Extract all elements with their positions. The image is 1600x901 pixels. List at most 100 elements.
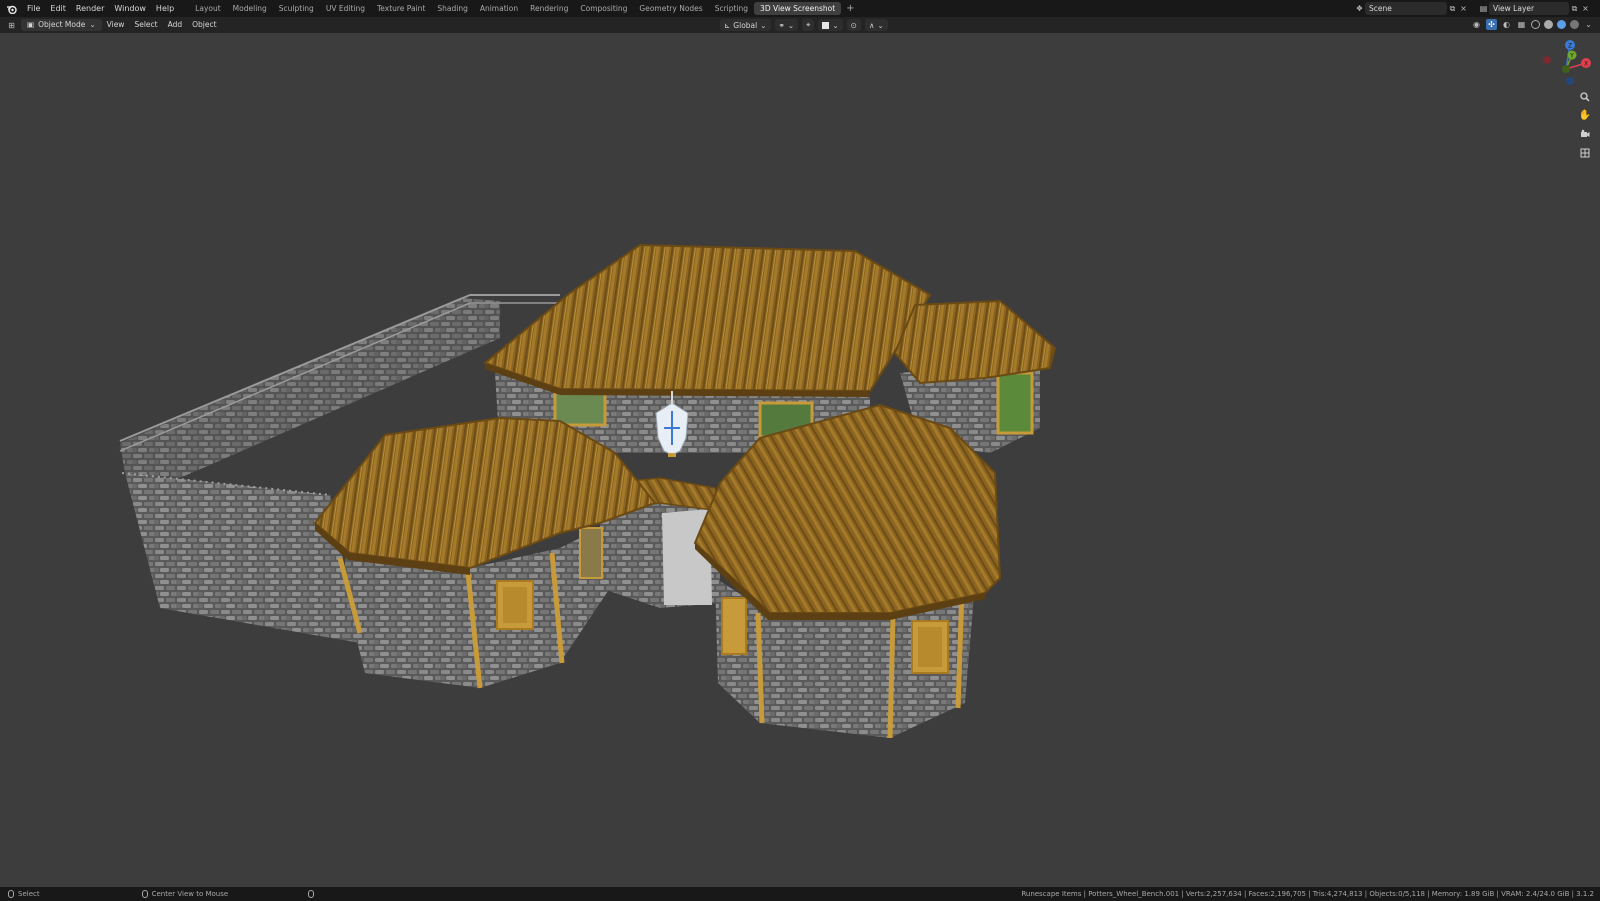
- view-layer-selector: ▤ View Layer ⧉ ×: [1478, 1, 1591, 16]
- snap-target-icon: [822, 21, 830, 29]
- view-layer-name: View Layer: [1493, 4, 1535, 13]
- visibility-icon[interactable]: ◉: [1471, 19, 1482, 30]
- viewport-display-tools: ◉ ✣ ◐ ▦ ⌄: [1471, 19, 1594, 30]
- material-shading-icon[interactable]: [1557, 20, 1566, 29]
- grid-icon[interactable]: [1578, 146, 1592, 160]
- tab-animation[interactable]: Animation: [474, 2, 524, 15]
- snap-toggle[interactable]: ⌖: [802, 19, 815, 31]
- main-roof: [482, 243, 932, 393]
- xray-toggle-icon[interactable]: ▦: [1516, 19, 1527, 30]
- navigation-gizmo[interactable]: X Y Z: [1536, 39, 1596, 91]
- menu-edit[interactable]: Edit: [45, 0, 71, 17]
- tab-layout[interactable]: Layout: [189, 2, 227, 15]
- gizmo-y-label: Y: [1569, 53, 1574, 60]
- main-window-left: [553, 389, 607, 427]
- menu-file[interactable]: File: [22, 0, 45, 17]
- tab-geometry-nodes[interactable]: Geometry Nodes: [633, 2, 708, 15]
- menu-render[interactable]: Render: [71, 0, 109, 17]
- chevron-down-icon[interactable]: ⌄: [1583, 19, 1594, 30]
- left-tower-window-pane: [503, 587, 527, 623]
- scene-statistics: Runescape Items | Potters_Wheel_Bench.00…: [1021, 890, 1594, 898]
- zoom-icon[interactable]: [1578, 90, 1592, 104]
- copy-view-layer-icon[interactable]: ⧉: [1569, 3, 1580, 14]
- rendered-shading-icon[interactable]: [1570, 20, 1579, 29]
- solid-shading-icon[interactable]: [1544, 20, 1553, 29]
- object-mode-dropdown[interactable]: ▣ Object Mode ⌄: [21, 19, 102, 31]
- view-layer-icon[interactable]: ▤: [1478, 3, 1489, 14]
- menu-object[interactable]: Object: [187, 19, 221, 31]
- tab-modeling[interactable]: Modeling: [227, 2, 273, 15]
- camera-icon[interactable]: [1578, 127, 1592, 141]
- scene-name: Scene: [1369, 4, 1392, 13]
- menu-add[interactable]: Add: [163, 19, 188, 31]
- pivot-point-dropdown[interactable]: ⚭ ⌄: [774, 19, 799, 31]
- tab-texture-paint[interactable]: Texture Paint: [371, 2, 431, 15]
- viewport-header: ⊞ ▣ Object Mode ⌄ View Select Add Object…: [0, 17, 1600, 33]
- falloff-dropdown[interactable]: ∧ ⌄: [864, 19, 888, 31]
- close-view-layer-icon[interactable]: ×: [1580, 3, 1591, 14]
- chevron-down-icon: ⌄: [832, 20, 839, 30]
- magnet-icon: ⌖: [806, 20, 811, 29]
- scene-name-field[interactable]: Scene: [1365, 2, 1447, 15]
- chevron-down-icon: ⌄: [89, 20, 96, 29]
- left-tower-window-side: [579, 527, 603, 579]
- hand-icon[interactable]: ✋: [1578, 108, 1592, 122]
- orientation-icon: ⊾: [724, 20, 731, 30]
- close-scene-icon[interactable]: ×: [1458, 3, 1469, 14]
- left-mouse-icon: [8, 890, 14, 898]
- status-bar: Select Center View to Mouse Runescape It…: [0, 887, 1600, 901]
- tab-rendering[interactable]: Rendering: [524, 2, 574, 15]
- tab-3d-view-screenshot[interactable]: 3D View Screenshot: [754, 2, 842, 15]
- menu-help[interactable]: Help: [151, 0, 179, 17]
- menu-select[interactable]: Select: [129, 19, 162, 31]
- top-bar: File Edit Render Window Help Layout Mode…: [0, 0, 1600, 17]
- right-tower-beam-2: [887, 614, 896, 739]
- blender-logo-icon[interactable]: [0, 0, 22, 17]
- pivot-icon: ⚭: [778, 20, 785, 30]
- gizmo-neg-z-axis[interactable]: [1566, 77, 1574, 85]
- transform-tools: ⊾ Global ⌄ ⚭ ⌄ ⌖ ⌄ ⊙ ∧ ⌄: [720, 19, 888, 31]
- left-wall-front: [125, 473, 360, 643]
- gizmo-neg-y-axis[interactable]: [1562, 65, 1570, 73]
- right-tower-window-pane: [918, 627, 942, 667]
- workspace-tabs: Layout Modeling Sculpting UV Editing Tex…: [189, 0, 859, 17]
- menu-window[interactable]: Window: [109, 0, 151, 17]
- chevron-down-icon: ⌄: [877, 20, 884, 30]
- tab-sculpting[interactable]: Sculpting: [273, 2, 320, 15]
- right-tower-window-left: [721, 597, 747, 655]
- right-mouse-icon: [308, 890, 315, 898]
- status-middle-action: Center View to Mouse: [151, 890, 229, 898]
- gizmo-toggle-icon[interactable]: ✣: [1486, 19, 1497, 30]
- building-model[interactable]: [0, 33, 1600, 887]
- wireframe-shading-icon[interactable]: [1531, 20, 1540, 29]
- view-layer-field[interactable]: View Layer: [1489, 2, 1569, 15]
- transform-orientation-dropdown[interactable]: ⊾ Global ⌄: [720, 19, 771, 31]
- scene-selector: ❖ Scene ⧉ ×: [1354, 1, 1469, 16]
- 3d-viewport[interactable]: X Y Z ✋: [0, 33, 1600, 887]
- menu-view[interactable]: View: [102, 19, 130, 31]
- snap-target-dropdown[interactable]: ⌄: [818, 19, 843, 31]
- tab-scripting[interactable]: Scripting: [709, 2, 754, 15]
- editor-type-icon[interactable]: ⊞: [6, 20, 17, 31]
- status-right-mouse: [308, 890, 315, 898]
- gizmo-z-label: Z: [1568, 43, 1572, 50]
- object-mode-label: Object Mode: [38, 20, 86, 29]
- add-workspace-button[interactable]: +: [841, 3, 859, 14]
- status-left-action: Select: [18, 890, 40, 898]
- tab-compositing[interactable]: Compositing: [574, 2, 633, 15]
- falloff-icon: ∧: [868, 20, 875, 30]
- tab-shading[interactable]: Shading: [431, 2, 473, 15]
- object-mode-icon: ▣: [27, 20, 35, 29]
- scene-icon[interactable]: ❖: [1354, 3, 1365, 14]
- overlay-toggle-icon[interactable]: ◐: [1501, 19, 1512, 30]
- status-center-view: Center View to Mouse: [141, 890, 229, 898]
- proportional-edit-toggle[interactable]: ⊙: [846, 19, 861, 31]
- chevron-down-icon: ⌄: [787, 20, 795, 30]
- gizmo-neg-x-axis[interactable]: [1543, 56, 1551, 64]
- chevron-down-icon: ⌄: [760, 20, 767, 30]
- tab-uv-editing[interactable]: UV Editing: [320, 2, 371, 15]
- middle-mouse-icon: [141, 890, 148, 898]
- status-select: Select: [8, 890, 40, 898]
- copy-scene-icon[interactable]: ⧉: [1447, 3, 1458, 14]
- proportional-edit-icon: ⊙: [850, 20, 857, 30]
